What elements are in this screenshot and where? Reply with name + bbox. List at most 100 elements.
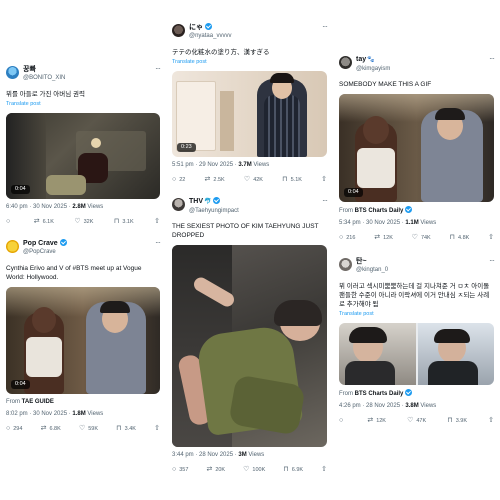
tweet-timestamp[interactable]: 6:40 pm · 30 Nov 2025 · xyxy=(6,204,72,210)
tweet-timestamp[interactable]: 4:26 pm · 28 Nov 2025 · xyxy=(339,403,405,409)
video-media[interactable]: 0:23 xyxy=(172,71,327,157)
bookmark-button[interactable]: ⊓ 4.8K xyxy=(450,234,470,242)
tweet-timestamp[interactable]: 3:44 pm · 28 Nov 2025 · xyxy=(172,452,238,458)
share-button[interactable]: ⇧ xyxy=(488,234,494,242)
tweet-card[interactable]: THV🐬 @Taehyungimpact ··· THE SEXIEST PHO… xyxy=(172,196,328,474)
display-name[interactable]: 탄~ xyxy=(356,257,482,266)
tweet-text: Cynthia Erivo and V of #BTS meet up at V… xyxy=(6,265,142,281)
bookmark-icon: ⊓ xyxy=(447,417,453,424)
bookmark-button[interactable]: ⊓ 5.1K xyxy=(282,176,302,184)
tweet-timestamp[interactable]: 5:34 pm · 30 Nov 2025 · xyxy=(339,220,405,226)
repost-button[interactable]: ⇄ 6.1K xyxy=(34,218,54,226)
bookmark-button[interactable]: ⊓ 6.9K xyxy=(283,466,303,474)
share-button[interactable]: ⇧ xyxy=(154,218,160,226)
display-name[interactable]: 꿍빠 xyxy=(23,65,148,74)
user-handle[interactable]: @BONITO_XIN xyxy=(23,74,148,82)
share-button[interactable]: ⇧ xyxy=(488,417,494,425)
repost-button[interactable]: ⇄ 2.5K xyxy=(205,176,225,184)
share-button[interactable]: ⇧ xyxy=(154,425,160,433)
share-button[interactable]: ⇧ xyxy=(321,466,327,474)
display-name[interactable]: tay🐾 xyxy=(356,55,482,65)
reply-button[interactable]: ○ 357 xyxy=(172,466,188,474)
more-icon[interactable]: ··· xyxy=(489,256,495,265)
tweet-header: Pop Crave @PopCrave ··· xyxy=(6,238,161,264)
avatar[interactable] xyxy=(339,258,352,271)
photo-media[interactable] xyxy=(339,323,494,385)
action-bar: ○ 357 ⇄ 20K ♡ 100K ⊓ 6.9K ⇧ xyxy=(172,466,327,474)
display-name[interactable]: Pop Crave xyxy=(23,239,148,248)
reply-icon: ○ xyxy=(6,425,11,432)
tweet-timestamp[interactable]: 8:02 pm · 30 Nov 2025 · xyxy=(6,411,72,417)
like-button[interactable]: ♡ 100K xyxy=(243,466,265,474)
video-media[interactable]: 0:04 xyxy=(6,113,160,199)
tweet-header: tay🐾 @kimgayism ··· xyxy=(339,54,495,80)
bookmark-button[interactable]: ⊓ 3.9K xyxy=(447,417,467,425)
tweet-card[interactable]: 탄~ @kingtan_0 ··· 뷔 이러고 섹시미뿜뿜하는데 걸 지나쳐준 … xyxy=(339,256,495,425)
reply-icon: ○ xyxy=(339,417,344,424)
photo-media[interactable] xyxy=(172,245,327,447)
reply-button[interactable]: ○ xyxy=(6,218,13,226)
tweet-header: 탄~ @kingtan_0 ··· xyxy=(339,256,495,282)
user-handle[interactable]: @Taehyungimpact xyxy=(189,207,315,215)
tweet-card[interactable]: 꿍빠 @BONITO_XIN ··· 뷔를 아들로 가진 아버님 권력 Tran… xyxy=(6,64,161,226)
tweet-header: THV🐬 @Taehyungimpact ··· xyxy=(172,196,328,222)
video-media[interactable]: 0:04 xyxy=(6,287,160,394)
heart-icon: ♡ xyxy=(243,466,250,473)
tweet-meta: 5:51 pm · 29 Nov 2025 · 3.7M Views xyxy=(172,161,327,169)
source-account-link[interactable]: BTS Charts Daily xyxy=(355,206,413,214)
reply-button[interactable]: ○ 294 xyxy=(6,425,22,433)
repost-button[interactable]: ⇄ 12K xyxy=(374,234,393,242)
tweet-timestamp[interactable]: 5:51 pm · 29 Nov 2025 · xyxy=(172,162,238,168)
display-name[interactable]: THV🐬 xyxy=(189,197,315,207)
bookmark-button[interactable]: ⊓ 3.4K xyxy=(116,425,136,433)
more-icon[interactable]: ··· xyxy=(489,54,495,63)
reply-button[interactable]: ○ xyxy=(339,417,346,425)
like-button[interactable]: ♡ 74K xyxy=(412,234,431,242)
reply-button[interactable]: ○ 22 xyxy=(172,176,185,184)
tweet-card[interactable]: Pop Crave @PopCrave ··· Cynthia Erivo an… xyxy=(6,238,161,433)
more-icon[interactable]: ··· xyxy=(155,238,161,247)
avatar[interactable] xyxy=(6,240,19,253)
more-icon[interactable]: ··· xyxy=(322,196,328,205)
translate-link[interactable]: Translate post xyxy=(339,310,494,318)
source-attribution: From TAE GUIDE xyxy=(6,399,54,405)
translate-link[interactable]: Translate post xyxy=(6,100,160,108)
share-icon: ⇧ xyxy=(488,234,494,241)
source-account-link[interactable]: BTS Charts Daily xyxy=(355,389,413,397)
source-account-link[interactable]: TAE GUIDE xyxy=(22,399,54,405)
video-media[interactable]: 0:04 xyxy=(339,94,494,202)
views-label: Views xyxy=(420,220,437,226)
repost-button[interactable]: ⇄ 6.8K xyxy=(41,425,61,433)
avatar[interactable] xyxy=(172,198,185,211)
user-handle[interactable]: @kimgayism xyxy=(356,65,482,73)
like-button[interactable]: ♡ 42K xyxy=(244,176,263,184)
reply-icon: ○ xyxy=(339,234,344,241)
tweet-meta: 8:02 pm · 30 Nov 2025 · 1.8M Views xyxy=(6,410,160,418)
more-icon[interactable]: ··· xyxy=(322,22,328,31)
share-button[interactable]: ⇧ xyxy=(321,176,327,184)
like-button[interactable]: ♡ 47K xyxy=(407,417,426,425)
user-handle[interactable]: @kingtan_0 xyxy=(356,266,482,274)
tweet-text: 뷔를 아들로 가진 아버님 권력 xyxy=(6,91,85,98)
tweet-card[interactable]: tay🐾 @kimgayism ··· SOMEBODY MAKE THIS A… xyxy=(339,54,495,242)
source-attribution: From BTS Charts Daily xyxy=(339,389,494,398)
user-handle[interactable]: @PopCrave xyxy=(23,248,148,256)
reply-icon: ○ xyxy=(172,466,177,473)
repost-button[interactable]: ⇄ 20K xyxy=(206,466,225,474)
bookmark-button[interactable]: ⊓ 3.1K xyxy=(114,218,134,226)
action-bar: ○ ⇄ 12K ♡ 47K ⊓ 3.9K ⇧ xyxy=(339,417,494,425)
avatar[interactable] xyxy=(172,24,185,37)
user-handle[interactable]: @nyataa_vvvvv xyxy=(189,32,315,40)
display-name[interactable]: にゃ xyxy=(189,23,315,32)
tweet-card[interactable]: にゃ @nyataa_vvvvv ··· テテの化粧水の塗り方、漢すぎる Tra… xyxy=(172,22,328,184)
avatar[interactable] xyxy=(6,66,19,79)
repost-button[interactable]: ⇄ 12K xyxy=(367,417,386,425)
avatar[interactable] xyxy=(339,56,352,69)
like-button[interactable]: ♡ 32K xyxy=(74,218,93,226)
more-icon[interactable]: ··· xyxy=(155,64,161,73)
reply-button[interactable]: ○ 216 xyxy=(339,234,355,242)
heart-icon: ♡ xyxy=(411,234,418,241)
translate-link[interactable]: Translate post xyxy=(172,58,327,66)
like-button[interactable]: ♡ 59K xyxy=(79,425,98,433)
action-bar: ○ 22 ⇄ 2.5K ♡ 42K ⊓ 5.1K ⇧ xyxy=(172,176,327,184)
